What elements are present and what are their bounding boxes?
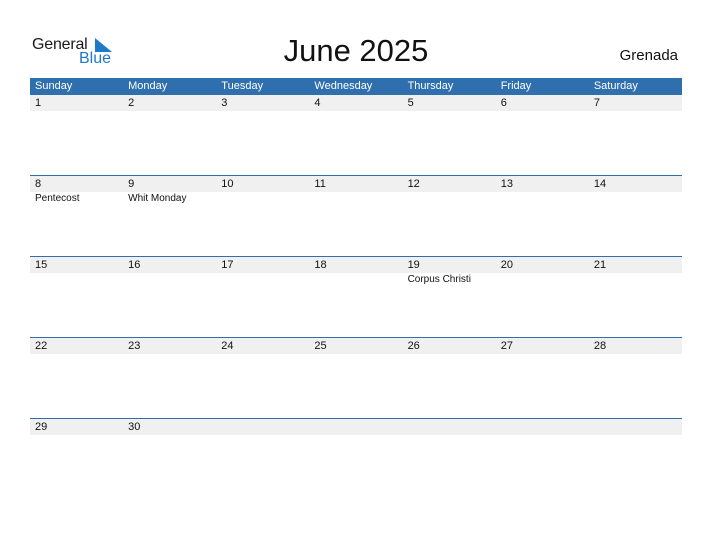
holiday-label — [216, 273, 309, 337]
holiday-label — [30, 435, 123, 499]
day-number: 28 — [593, 340, 607, 352]
weekday-friday: Friday — [500, 80, 532, 92]
holiday-label — [123, 273, 216, 337]
holiday-label — [589, 273, 682, 337]
event-row — [30, 435, 682, 499]
day-number: 16 — [128, 259, 141, 271]
holiday-label — [30, 273, 123, 337]
holiday-label — [30, 111, 123, 175]
day-number: 25 — [314, 340, 327, 352]
day-number: 30 — [128, 421, 141, 433]
weekday-saturday: Saturday — [593, 80, 638, 92]
day-number: 22 — [35, 340, 48, 352]
holiday-label: Corpus Christi — [407, 274, 471, 285]
day-number: 1 — [35, 97, 42, 109]
day-number: 27 — [500, 340, 513, 352]
day-number: 14 — [593, 178, 607, 190]
holiday-label: Whit Monday — [128, 193, 187, 204]
day-number: 11 — [314, 178, 326, 190]
day-number: 15 — [35, 259, 48, 271]
weekday-thursday: Thursday — [407, 80, 454, 92]
holiday-label — [123, 111, 216, 175]
day-number: 12 — [407, 178, 420, 190]
day-number — [309, 419, 402, 435]
day-number: 6 — [500, 97, 507, 109]
holiday-label — [309, 354, 402, 418]
day-number — [496, 419, 589, 435]
day-number: 7 — [593, 97, 600, 109]
day-number — [216, 419, 309, 435]
day-number: 10 — [221, 178, 234, 190]
holiday-label — [589, 111, 682, 175]
holiday-label — [589, 192, 682, 256]
event-row — [30, 111, 682, 175]
holiday-label — [309, 111, 402, 175]
holiday-label — [403, 192, 496, 256]
holiday-label — [309, 273, 402, 337]
calendar-grid: Sunday Monday Tuesday Wednesday Thursday… — [30, 78, 682, 499]
holiday-label — [496, 354, 589, 418]
day-number: 8 — [35, 178, 42, 190]
day-number: 9 — [128, 178, 135, 190]
day-number: 24 — [221, 340, 234, 352]
holiday-label — [496, 435, 589, 499]
day-number: 20 — [500, 259, 513, 271]
weekday-monday: Monday — [128, 80, 168, 92]
day-number: 23 — [128, 340, 141, 352]
holiday-label — [309, 435, 402, 499]
calendar-week: 8 9 10 11 12 13 14 Pentecost Whit Monday — [30, 175, 682, 256]
day-number-row: 1 2 3 4 5 6 7 — [30, 95, 682, 111]
event-row: Corpus Christi — [30, 273, 682, 337]
holiday-label — [216, 435, 309, 499]
day-number: 19 — [407, 259, 420, 271]
day-number: 2 — [128, 97, 135, 109]
weekday-tuesday: Tuesday — [221, 80, 264, 92]
day-number-row: 8 9 10 11 12 13 14 — [30, 176, 682, 192]
holiday-label: Pentecost — [35, 193, 80, 204]
day-number: 17 — [221, 259, 234, 271]
holiday-label — [589, 435, 682, 499]
holiday-label — [216, 111, 309, 175]
weekday-sunday: Sunday — [35, 80, 73, 92]
weekday-header: Sunday Monday Tuesday Wednesday Thursday… — [30, 78, 682, 95]
calendar-week: 15 16 17 18 19 20 21 Corpus Christi — [30, 256, 682, 337]
holiday-label — [309, 192, 402, 256]
day-number: 26 — [407, 340, 420, 352]
calendar-week: 22 23 24 25 26 27 28 — [30, 337, 682, 418]
day-number: 29 — [35, 421, 48, 433]
event-row: Pentecost Whit Monday — [30, 192, 682, 256]
holiday-label — [123, 435, 216, 499]
day-number: 13 — [500, 178, 513, 190]
holiday-label — [216, 354, 309, 418]
holiday-label — [403, 354, 496, 418]
calendar-week: 1 2 3 4 5 6 7 — [30, 95, 682, 175]
holiday-label — [496, 111, 589, 175]
calendar-title: June 2025 — [283, 33, 429, 68]
day-number: 21 — [593, 259, 607, 271]
day-number: 4 — [314, 97, 321, 109]
calendar-week: 29 30 — [30, 418, 682, 499]
holiday-label — [496, 192, 589, 256]
holiday-label — [403, 435, 496, 499]
day-number: 18 — [314, 259, 327, 271]
day-number: 5 — [407, 97, 414, 109]
day-number — [403, 419, 496, 435]
holiday-label — [216, 192, 309, 256]
country-label: Grenada — [619, 47, 678, 64]
day-number-row: 15 16 17 18 19 20 21 — [30, 257, 682, 273]
holiday-label — [123, 354, 216, 418]
event-row — [30, 354, 682, 418]
holiday-label — [589, 354, 682, 418]
day-number-row: 22 23 24 25 26 27 28 — [30, 338, 682, 354]
holiday-label — [30, 354, 123, 418]
holiday-label — [403, 111, 496, 175]
day-number-row: 29 30 — [30, 419, 682, 435]
day-number — [589, 419, 682, 435]
day-number: 3 — [221, 97, 228, 109]
weekday-wednesday: Wednesday — [314, 80, 373, 92]
holiday-label — [496, 273, 589, 337]
